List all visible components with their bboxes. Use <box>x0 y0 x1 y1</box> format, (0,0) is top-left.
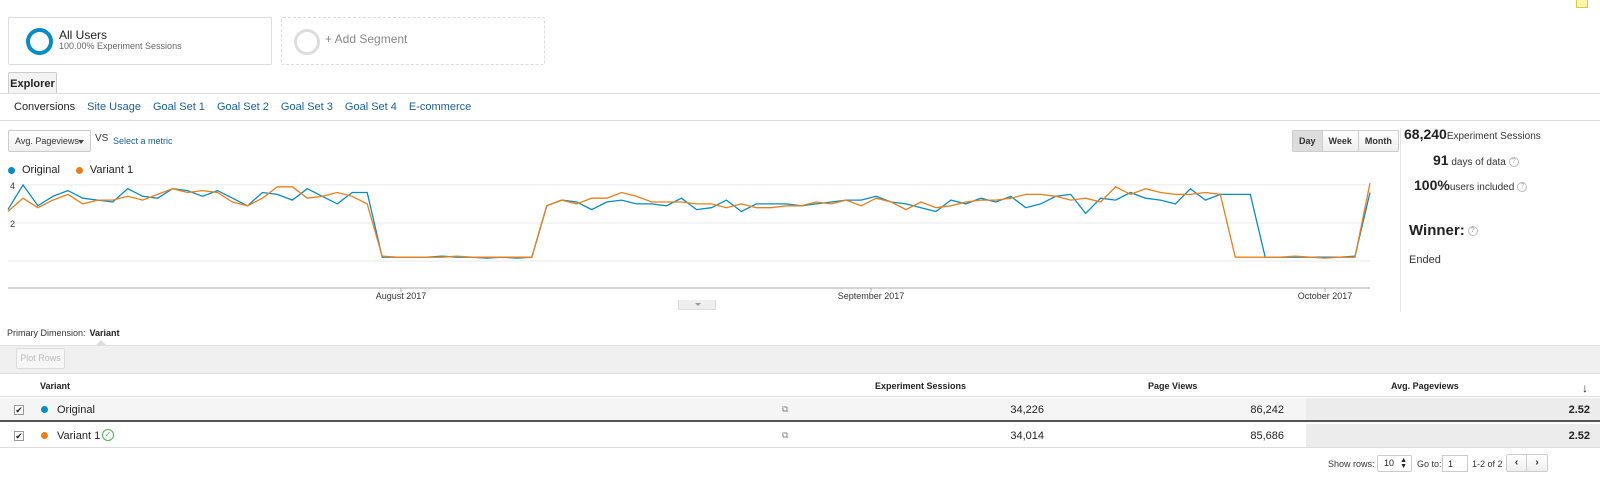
add-segment-ring-icon <box>294 29 320 55</box>
subnav-ecommerce[interactable]: E-commerce <box>409 101 471 113</box>
metric-dropdown[interactable]: Avg. Pageviews <box>8 130 91 152</box>
period-month-button[interactable]: Month <box>1358 131 1398 151</box>
table-header: Variant Experiment Sessions Page Views A… <box>0 373 1600 397</box>
vs-label: VS <box>95 133 109 144</box>
row-page-views: 86,242 <box>1250 404 1284 416</box>
avg-cell-bg <box>1306 424 1600 447</box>
segment-title: All Users <box>59 28 108 42</box>
metric-dropdown-value: Avg. Pageviews <box>15 136 79 146</box>
period-toggle: Day Week Month <box>1292 130 1399 152</box>
table-toolbar <box>0 345 1600 373</box>
chevron-down-icon <box>78 140 84 144</box>
legend-dot-variant-1 <box>75 166 83 174</box>
row-variant-name: Original <box>57 404 95 416</box>
experiment-status: Ended <box>1409 254 1441 266</box>
explorer-subnav: Conversions Site Usage Goal Set 1 Goal S… <box>14 101 483 113</box>
header-experiment-sessions[interactable]: Experiment Sessions <box>875 381 966 391</box>
subnav-site-usage[interactable]: Site Usage <box>87 101 141 113</box>
row-sessions: 34,014 <box>1010 430 1044 442</box>
primary-dimension-label: Primary Dimension: <box>7 328 86 338</box>
table-row: ✔ Variant 1 ✓ ⧉ 34,014 85,686 2.52 <box>0 424 1600 448</box>
open-link-icon[interactable]: ⧉ <box>782 430 788 441</box>
subnav-conversions[interactable]: Conversions <box>14 101 75 113</box>
stat-sessions: 68,240Experiment Sessions <box>1404 126 1541 142</box>
primary-dimension: Primary Dimension: Variant <box>7 328 120 338</box>
segment-subtitle: 100.00% Experiment Sessions <box>59 41 182 51</box>
row-sessions: 34,226 <box>1010 404 1044 416</box>
row-checkbox[interactable]: ✔ <box>14 431 24 441</box>
x-tick-label: October 2017 <box>1298 291 1353 301</box>
header-avg-pageviews[interactable]: Avg. Pageviews <box>1391 381 1459 391</box>
page-range: 1-2 of 2 <box>1472 459 1503 469</box>
help-icon[interactable]: ? <box>1467 226 1478 237</box>
header-variant[interactable]: Variant <box>40 381 70 391</box>
stat-users-label: users included <box>1449 182 1515 193</box>
subnav-goal-set-1[interactable]: Goal Set 1 <box>153 101 205 113</box>
rows-per-page-value: 10 <box>1384 458 1395 468</box>
line-chart: 4 2 August 2017 September 2017 October 2017 <box>7 181 1371 301</box>
next-page-icon[interactable]: › <box>1527 455 1547 471</box>
prev-page-icon[interactable]: ‹ <box>1507 455 1527 471</box>
subnav-goal-set-4[interactable]: Goal Set 4 <box>345 101 397 113</box>
table-row: ✔ Original ⧉ 34,226 86,242 2.52 <box>0 398 1600 422</box>
subnav-divider <box>0 120 1600 121</box>
stat-days-value: 91 <box>1433 152 1449 168</box>
stat-days-label: days of data <box>1451 157 1506 168</box>
legend-dot-original <box>8 166 15 174</box>
select-metric-link[interactable]: Select a metric <box>113 136 173 146</box>
period-day-button[interactable]: Day <box>1293 131 1323 151</box>
collapse-caret-icon <box>695 303 701 306</box>
winner-label: Winner: <box>1409 222 1465 239</box>
x-tick-label: August 2017 <box>376 291 427 301</box>
tab-explorer[interactable]: Explorer <box>8 72 57 94</box>
row-page-views: 85,686 <box>1250 430 1284 442</box>
series-line-original <box>7 183 1371 259</box>
show-rows-label: Show rows: <box>1328 459 1375 469</box>
stat-days: 91 days of data? <box>1433 152 1519 168</box>
winner-heading: Winner:? <box>1409 222 1478 239</box>
stat-users-value: 100% <box>1414 177 1450 193</box>
goto-label: Go to: <box>1417 459 1442 469</box>
chart-collapse-handle[interactable] <box>678 300 716 310</box>
stat-users: 100%users included? <box>1414 177 1528 193</box>
help-icon[interactable]: ? <box>1517 182 1528 193</box>
open-link-icon[interactable]: ⧉ <box>782 404 788 415</box>
subnav-goal-set-3[interactable]: Goal Set 3 <box>281 101 333 113</box>
x-tick-label: September 2017 <box>838 291 905 301</box>
stat-sessions-value: 68,240 <box>1404 126 1447 142</box>
primary-dimension-value[interactable]: Variant <box>90 328 120 338</box>
pager: ‹ › <box>1506 454 1548 472</box>
avg-cell-bg <box>1306 398 1600 420</box>
row-checkbox[interactable]: ✔ <box>14 405 24 415</box>
plot-rows-button[interactable]: Plot Rows <box>16 348 65 369</box>
series-line-variant-1 <box>7 182 1371 259</box>
sort-desc-icon[interactable]: ↓ <box>1582 381 1588 395</box>
add-segment-label: + Add Segment <box>325 32 408 46</box>
y-tick-label: 2 <box>10 219 15 229</box>
rows-per-page-select[interactable]: 10 ▲ ▼ <box>1377 455 1412 472</box>
winner-check-icon: ✓ <box>102 429 114 441</box>
header-page-views[interactable]: Page Views <box>1148 381 1197 391</box>
row-color-dot <box>41 406 48 413</box>
select-arrows-icon: ▲ ▼ <box>1400 457 1407 470</box>
goto-page-input[interactable]: 1 <box>1442 455 1468 472</box>
tab-divider <box>0 93 1600 94</box>
period-week-button[interactable]: Week <box>1322 131 1359 151</box>
row-color-dot <box>41 432 48 439</box>
row-avg-pageviews: 2.52 <box>1568 430 1590 442</box>
note-flag-icon[interactable] <box>1576 0 1588 8</box>
row-avg-pageviews: 2.52 <box>1568 404 1590 416</box>
stat-sessions-label: Experiment Sessions <box>1446 131 1541 142</box>
subnav-goal-set-2[interactable]: Goal Set 2 <box>217 101 269 113</box>
row-variant-name: Variant 1 <box>57 430 101 442</box>
segment-all-users[interactable]: All Users 100.00% Experiment Sessions <box>8 17 272 65</box>
stats-divider <box>1400 128 1401 312</box>
y-tick-label: 4 <box>10 181 15 191</box>
help-icon[interactable]: ? <box>1508 157 1519 168</box>
add-segment-button[interactable]: + Add Segment <box>281 17 545 65</box>
segment-ring-icon <box>26 28 53 55</box>
